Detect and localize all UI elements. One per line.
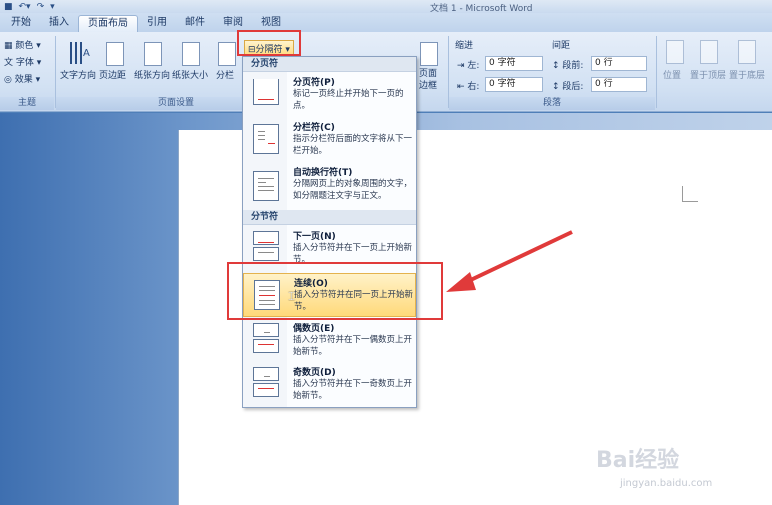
menu-item-title: 偶数页(E) [293,324,335,334]
menu-item-desc: 分隔网页上的对象周围的文字，如分隔题注文字与正文。 [293,179,413,201]
next-page-icon [253,231,279,245]
page-borders-button[interactable]: 页面 边框 [419,68,437,92]
indent-right-input[interactable]: 0 字符 [485,77,543,92]
tab-page-layout[interactable]: 页面布局 [78,15,138,32]
menu-item-title: 自动换行符(T) [293,168,353,178]
indent-left-label: ⇥ 左: [457,61,480,71]
theme-colors-button[interactable]: ▦ 颜色 ▾ [4,38,41,51]
spacing-before-label: ↕ 段前: [552,61,584,71]
columns-icon [218,42,236,66]
redo-icon[interactable]: ↷ [37,2,45,12]
indent-label: 缩进 [455,41,474,51]
even-page-icon [253,323,279,337]
customize-qat-icon[interactable]: ▾ [50,2,55,12]
breaks-dropdown-menu: 分页符 分页符(P) 标记一页终止并开始下一页的点。 分栏符(C) 指示分栏符后… [242,56,417,408]
menu-item-desc: 指示分栏符后面的文字将从下一栏开始。 [293,134,413,156]
continuous-highlight-box [227,262,443,320]
menu-item-title: 分页符(P) [293,78,335,88]
spacing-label: 间距 [552,41,571,51]
text-direction-button[interactable]: 文字方向 [60,68,96,81]
orientation-button[interactable]: 纸张方向 [134,68,170,81]
next-page-icon-lower [253,247,279,261]
red-arrow-icon [446,230,573,292]
indent-left-input[interactable]: 0 字符 [485,56,543,71]
menu-item-page-break[interactable]: 分页符(P) 标记一页终止并开始下一页的点。 [243,73,416,117]
margins-icon [106,42,124,66]
menu-item-column-break[interactable]: 分栏符(C) 指示分栏符后面的文字将从下一栏开始。 [243,118,416,162]
ribbon-tabs: 开始 插入 页面布局 引用 邮件 审阅 视图 [0,13,772,32]
save-icon[interactable]: ■ [4,2,13,12]
menu-item-title: 下一页(N) [293,232,336,242]
menu-item-desc: 标记一页终止并开始下一页的点。 [293,89,404,111]
tab-home[interactable]: 开始 [2,15,40,32]
menu-header-section-breaks: 分节符 [243,210,416,225]
orientation-icon [144,42,162,66]
theme-fonts-button[interactable]: 文 字体 ▾ [4,55,41,68]
undo-icon[interactable]: ↶▾ [19,2,31,12]
baidu-watermark-url: jingyan.baidu.com [620,478,713,489]
menu-item-title: 奇数页(D) [293,368,336,378]
group-separator [656,36,657,108]
menu-item-text-wrapping-break[interactable]: 自动换行符(T) 分隔网页上的对象周围的文字，如分隔题注文字与正文。 [243,163,416,209]
menu-item-title: 分栏符(C) [293,123,335,133]
send-to-back-icon [738,40,756,64]
theme-effects-button[interactable]: ◎ 效果 ▾ [4,72,40,85]
baidu-watermark: Bai经验 [596,448,680,473]
odd-page-icon-lower [253,383,279,397]
menu-header-page-breaks: 分页符 [243,57,416,72]
group-label-theme: 主题 [0,97,54,110]
odd-page-icon [253,367,279,381]
group-label-paragraph: 段落 [449,97,655,110]
margins-button[interactable]: 页边距 [99,68,126,81]
text-direction-icon: A [68,40,90,64]
column-break-icon [253,124,279,154]
page-size-icon [182,42,200,66]
send-to-back-button[interactable]: 置于底层 [729,68,765,81]
menu-item-desc: 插入分节符并在下一奇数页上开始新节。 [293,379,413,401]
indent-right-label: ⇤ 右: [457,82,480,92]
page-break-icon [253,79,279,105]
text-wrapping-icon [253,171,279,201]
breaks-highlight-box [237,30,301,56]
page-borders-icon [420,42,438,66]
spacing-after-label: ↕ 段后: [552,82,584,92]
menu-item-even-page[interactable]: 偶数页(E) 插入分节符并在下一偶数页上开始新节。 [243,319,416,363]
bring-to-front-icon [700,40,718,64]
margin-corner-mark [682,186,698,202]
menu-item-desc: 插入分节符并在下一偶数页上开始新节。 [293,335,413,357]
even-page-icon-lower [253,339,279,353]
menu-item-odd-page[interactable]: 奇数页(D) 插入分节符并在下一奇数页上开始新节。 [243,363,416,407]
position-icon [666,40,684,64]
spacing-before-input[interactable]: 0 行 [591,56,647,71]
title-bar: ■ ↶▾ ↷ ▾ 文档 1 - Microsoft Word [0,0,772,14]
spacing-after-input[interactable]: 0 行 [591,77,647,92]
svg-text:A: A [83,48,90,59]
mouse-cursor-icon: ⌶ [288,289,296,303]
bring-to-front-button[interactable]: 置于顶层 [690,68,726,81]
tab-insert[interactable]: 插入 [40,15,78,32]
quick-access-toolbar: ■ ↶▾ ↷ ▾ [4,0,55,13]
tab-mailings[interactable]: 邮件 [176,15,214,32]
position-button[interactable]: 位置 [663,68,681,81]
columns-button[interactable]: 分栏 [216,68,234,81]
tab-references[interactable]: 引用 [138,15,176,32]
page-size-button[interactable]: 纸张大小 [172,68,208,81]
